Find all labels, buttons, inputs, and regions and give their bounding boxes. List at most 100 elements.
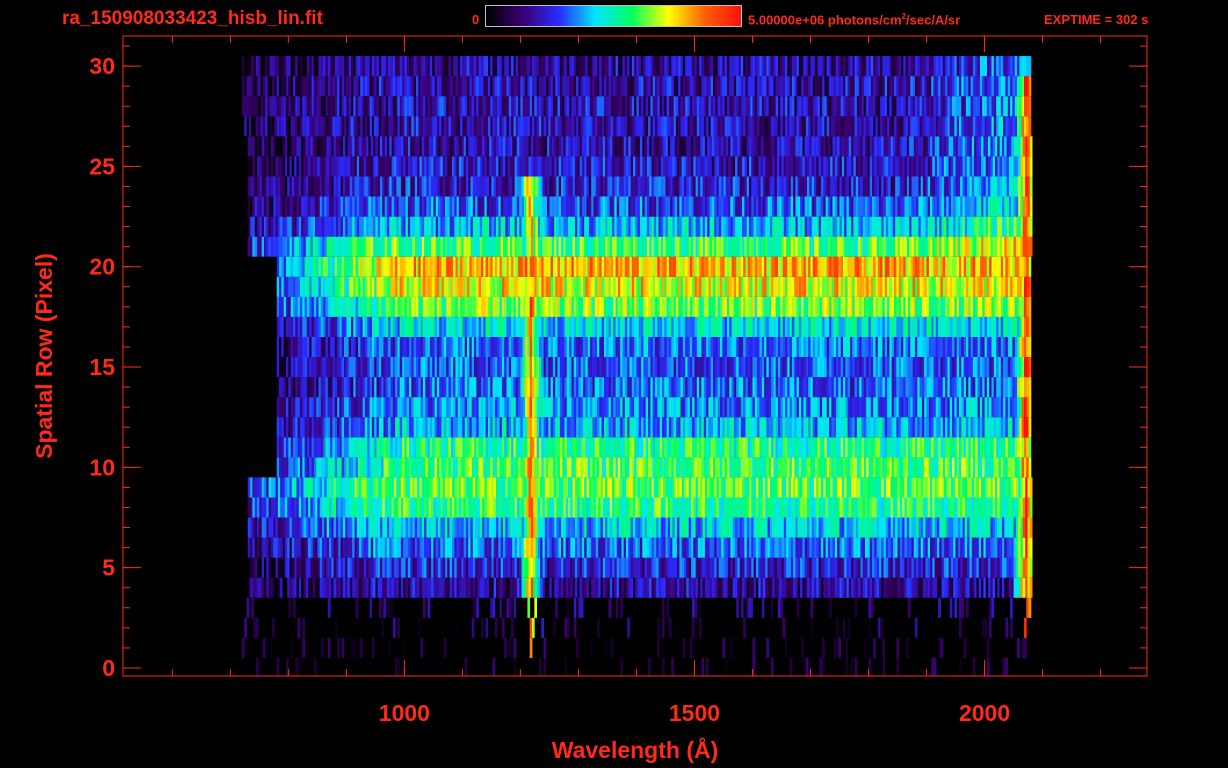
- heatmap-cell: [420, 437, 424, 458]
- heatmap-cell: [942, 397, 946, 418]
- heatmap-cell: [622, 316, 626, 337]
- heatmap-cell: [490, 597, 493, 618]
- heatmap-cell: [988, 557, 991, 578]
- heatmap-cell: [601, 437, 605, 458]
- heatmap-cell: [593, 557, 597, 578]
- heatmap-cell: [322, 537, 325, 558]
- heatmap-cell: [1022, 537, 1026, 558]
- heatmap-cell: [621, 537, 625, 558]
- heatmap-cell: [931, 316, 934, 337]
- heatmap-cell: [391, 577, 395, 598]
- heatmap-cell: [312, 477, 316, 498]
- heatmap-cell: [594, 417, 598, 438]
- heatmap-cell: [499, 417, 503, 438]
- heatmap-cell: [715, 397, 719, 418]
- heatmap-cell: [982, 457, 985, 478]
- heatmap-cell: [515, 417, 519, 438]
- heatmap-cell: [308, 537, 311, 558]
- heatmap-cell: [434, 377, 438, 398]
- heatmap-cell: [743, 336, 746, 357]
- heatmap-cell: [471, 336, 475, 357]
- heatmap-cell: [384, 477, 388, 498]
- heatmap-cell: [851, 557, 854, 578]
- heatmap-cell: [804, 497, 808, 518]
- heatmap-cell: [926, 457, 930, 478]
- heatmap-cell: [1004, 477, 1007, 498]
- heatmap-cell: [839, 517, 843, 538]
- heatmap-cell: [810, 437, 814, 458]
- heatmap-cell: [1003, 316, 1006, 337]
- heatmap-cell: [645, 397, 649, 418]
- heatmap-cell: [648, 417, 651, 438]
- heatmap-cell: [281, 357, 285, 378]
- heatmap-cell: [875, 377, 879, 398]
- heatmap-cell: [305, 557, 309, 578]
- heatmap-cell: [448, 357, 452, 378]
- heatmap-cell: [529, 397, 533, 418]
- heatmap-cell: [954, 457, 958, 478]
- heatmap-cell: [774, 497, 778, 518]
- heatmap-cell: [404, 437, 408, 458]
- heatmap-cell: [552, 357, 556, 378]
- heatmap-cell: [776, 497, 780, 518]
- heatmap-cell: [1008, 557, 1012, 578]
- heatmap-cell: [615, 357, 619, 378]
- heatmap-cell: [946, 477, 949, 498]
- heatmap-cell: [694, 397, 698, 418]
- heatmap-cell: [687, 457, 691, 478]
- heatmap-cell: [399, 357, 403, 378]
- heatmap-cell: [765, 477, 768, 498]
- heatmap-cell: [809, 497, 812, 518]
- heatmap-cell: [388, 437, 391, 458]
- heatmap-cell: [711, 477, 715, 498]
- heatmap-cell: [626, 537, 629, 558]
- heatmap-cell: [843, 316, 846, 337]
- heatmap-cell: [771, 457, 774, 478]
- heatmap-cell: [383, 637, 387, 658]
- heatmap-cell: [317, 537, 321, 558]
- heatmap-cell: [695, 477, 699, 498]
- heatmap-cell: [655, 316, 658, 337]
- heatmap-cell: [1025, 577, 1028, 598]
- heatmap-cell: [969, 577, 973, 598]
- heatmap-cell: [949, 397, 953, 418]
- heatmap-cell: [416, 397, 419, 418]
- heatmap-cell: [991, 437, 995, 458]
- heatmap-cell: [310, 517, 314, 538]
- heatmap-cell: [845, 457, 848, 478]
- heatmap-cell: [492, 397, 496, 418]
- heatmap-cell: [1019, 457, 1023, 478]
- heatmap-cell: [787, 377, 790, 398]
- heatmap-cell: [289, 577, 293, 598]
- heatmap-cell: [883, 477, 887, 498]
- heatmap-cell: [720, 457, 723, 478]
- heatmap-cell: [671, 457, 674, 478]
- heatmap-cell: [456, 537, 460, 558]
- heatmap-cell: [877, 357, 881, 378]
- heatmap-cell: [247, 497, 251, 518]
- heatmap-cell: [420, 457, 424, 478]
- heatmap-cell: [876, 537, 880, 558]
- heatmap-cell: [418, 377, 421, 398]
- heatmap-cell: [800, 537, 803, 558]
- heatmap-cell: [820, 557, 824, 578]
- heatmap-cell: [470, 517, 474, 538]
- heatmap-cell: [668, 457, 672, 478]
- heatmap-cell: [462, 336, 466, 357]
- heatmap-cell: [720, 357, 723, 378]
- heatmap-cell: [453, 417, 456, 438]
- heatmap-cell: [1024, 617, 1027, 638]
- heatmap-cell: [532, 617, 535, 638]
- heatmap-cell: [450, 357, 454, 378]
- heatmap-cell: [461, 557, 464, 578]
- heatmap-cell: [388, 316, 391, 337]
- heatmap-cell: [521, 477, 525, 498]
- heatmap-cell: [552, 617, 556, 638]
- heatmap-cell: [348, 357, 352, 378]
- heatmap-cell: [945, 397, 948, 418]
- heatmap-cell: [323, 296, 326, 317]
- heatmap-cell: [623, 557, 627, 578]
- heatmap-cell: [918, 537, 922, 558]
- heatmap-cell: [344, 457, 347, 478]
- heatmap-cell: [761, 377, 765, 398]
